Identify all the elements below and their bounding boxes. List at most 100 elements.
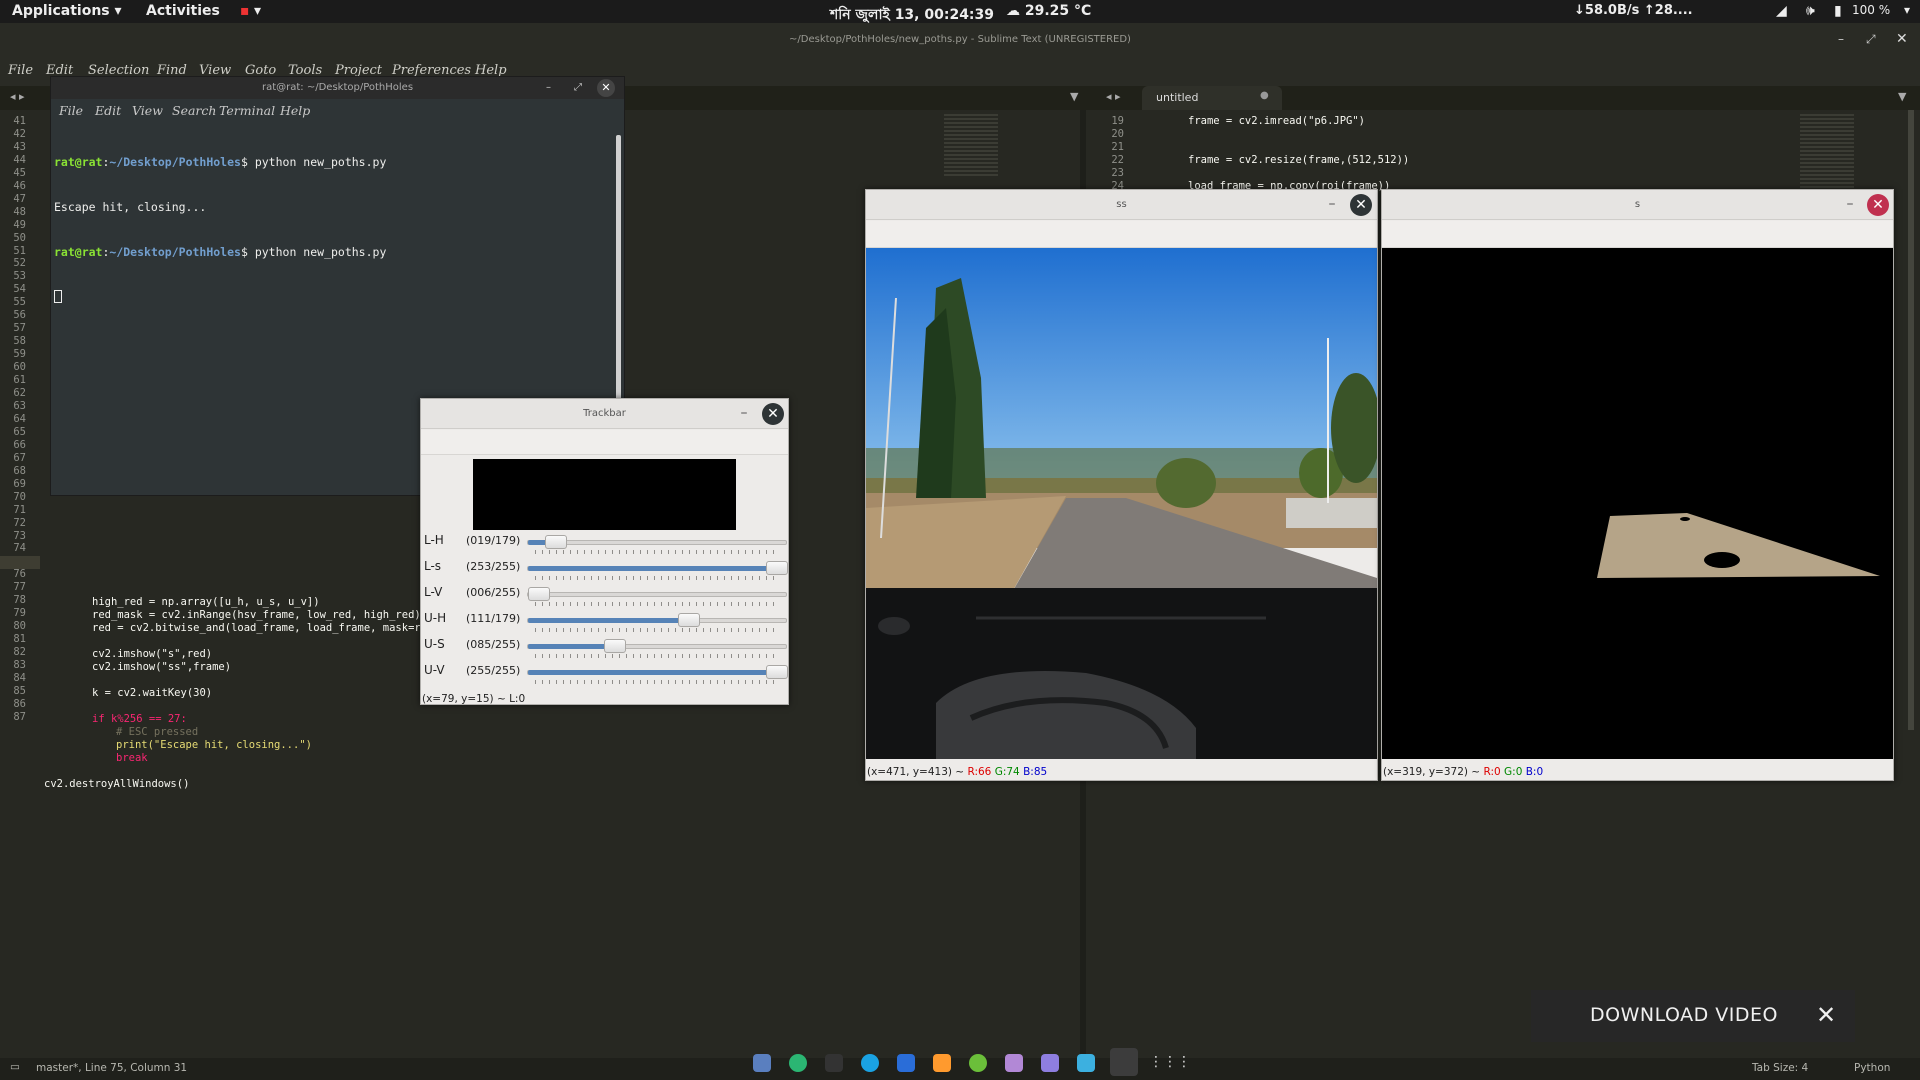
minimize-icon[interactable]: –: [737, 403, 751, 423]
code-line-70: high_red = np.array([u_h, u_s, u_v]): [92, 596, 320, 608]
vscode-icon[interactable]: [897, 1054, 915, 1072]
close-icon[interactable]: ✕: [1867, 194, 1889, 216]
sublime-icon[interactable]: [933, 1054, 951, 1072]
show-apps-grid-icon[interactable]: ⋮⋮⋮: [1149, 1054, 1191, 1072]
term-menu-help[interactable]: Help: [280, 103, 310, 118]
line-number: 51: [13, 244, 26, 257]
app-grid-purple-icon[interactable]: [1005, 1054, 1023, 1072]
close-icon[interactable]: ✕: [597, 79, 615, 97]
slider-track[interactable]: [527, 535, 787, 549]
mask-image[interactable]: [1382, 248, 1893, 759]
app-indicator-icon[interactable]: ▪ ▾: [240, 3, 261, 19]
slider-track[interactable]: [527, 665, 788, 679]
line-number: 22: [1111, 153, 1124, 166]
unsaved-dot-icon[interactable]: ●: [1260, 90, 1269, 101]
line-number: 77: [13, 581, 26, 594]
line-number: 86: [13, 697, 26, 710]
network-app-icon[interactable]: [1077, 1054, 1095, 1072]
console-toggle-icon[interactable]: ▭: [10, 1061, 20, 1073]
slider-handle[interactable]: [528, 587, 550, 601]
syntax-selector[interactable]: Python: [1854, 1062, 1890, 1074]
tab-nav-arrows-right-icon[interactable]: ◂ ▸: [1106, 90, 1121, 103]
close-icon[interactable]: ✕: [1350, 194, 1372, 216]
applications-menu[interactable]: Applications ▾: [12, 3, 122, 19]
road-photo: [866, 248, 1377, 759]
menu-file[interactable]: File: [8, 63, 33, 78]
slider-ticks: [535, 602, 775, 606]
sublime-window-title: ~/Desktop/PothHoles/new_poths.py - Subli…: [789, 34, 1131, 45]
maximize-icon[interactable]: ⤢: [1866, 23, 1876, 56]
close-icon[interactable]: ✕: [1816, 1001, 1836, 1029]
slider-handle[interactable]: [603, 639, 626, 653]
line-number: 69: [13, 477, 26, 490]
line-number: 78: [13, 594, 26, 607]
slider-handle[interactable]: [544, 535, 567, 549]
line-number: 79: [13, 607, 26, 620]
trackbar-window[interactable]: Trackbar – ✕ L-H (019/179) L-s (253/255) L-V…: [420, 398, 789, 705]
code-line-84: cv2.destroyAllWindows(): [44, 778, 190, 790]
slider-handle[interactable]: [678, 613, 701, 627]
code-line-79: if k%256 == 27:: [92, 713, 187, 725]
weather-indicator[interactable]: ☁ 29.25 °C: [1006, 3, 1091, 19]
tab-size[interactable]: Tab Size: 4: [1752, 1062, 1808, 1074]
activities-button[interactable]: Activities: [146, 3, 220, 19]
tab-list-chevron-right-icon[interactable]: ▼: [1898, 90, 1906, 103]
term-menu-file[interactable]: File: [59, 103, 83, 118]
minimize-icon[interactable]: –: [1843, 194, 1857, 214]
line-number: 64: [13, 412, 26, 425]
notes-icon[interactable]: [1041, 1054, 1059, 1072]
network-speed[interactable]: ↓58.0B/s ↑28....: [1574, 3, 1693, 18]
right-minimap[interactable]: [1800, 114, 1854, 188]
download-video-overlay[interactable]: DOWNLOAD VIDEO ✕: [1531, 990, 1855, 1042]
tab-nav-arrows-icon[interactable]: ◂ ▸: [10, 90, 25, 103]
slider-value: (085/255): [466, 638, 521, 651]
line-number: 61: [13, 374, 26, 387]
s-status: (x=319, y=372) ~ R:0 G:0 B:0: [1383, 766, 1543, 778]
term-menu-terminal[interactable]: Terminal: [219, 103, 275, 118]
right-scrollbar[interactable]: [1908, 110, 1914, 730]
skype-icon[interactable]: [861, 1054, 879, 1072]
recorder-icon[interactable]: [1110, 1048, 1138, 1076]
files-icon[interactable]: [753, 1054, 771, 1072]
tab-untitled[interactable]: untitled ●: [1142, 86, 1282, 110]
term-menu-search[interactable]: Search: [172, 103, 216, 118]
minimize-icon[interactable]: –: [1838, 23, 1844, 56]
minimize-icon[interactable]: –: [1325, 194, 1339, 214]
download-video-label[interactable]: DOWNLOAD VIDEO: [1590, 1004, 1778, 1026]
s-b-value: B:0: [1525, 766, 1544, 778]
line-number: 54: [13, 283, 26, 296]
close-icon[interactable]: ✕: [1896, 23, 1908, 56]
s-window[interactable]: s – ✕ (x=319, y=372) ~ R:0 G:0 B:0: [1381, 189, 1894, 781]
tab-list-chevron-icon[interactable]: ▼: [1070, 90, 1078, 103]
ss-window[interactable]: ss – ✕ (x=471, y=413) ~ R:66 G:74 B:85: [865, 189, 1378, 781]
volume-icon[interactable]: 🕪: [1806, 3, 1815, 19]
chrome-icon[interactable]: [789, 1054, 807, 1072]
slider-fill: [528, 644, 615, 649]
term-menu-view[interactable]: View: [132, 103, 163, 118]
slider-handle[interactable]: [766, 561, 788, 575]
slider-track[interactable]: [527, 561, 788, 575]
line-gutter: 41 42 43 44 45 46 47 48 49 50 51 52 53 54 55 56 57 58 59 60…: [0, 115, 26, 724]
slider-track[interactable]: [527, 587, 787, 601]
terminal-output[interactable]: rat@rat:~/Desktop/PothHoles$ python new_…: [51, 121, 624, 337]
road-image[interactable]: [866, 248, 1377, 759]
term-menu-edit[interactable]: Edit: [95, 103, 121, 118]
terminal-command: python new_poths.py: [254, 155, 387, 169]
applications-label: Applications: [12, 3, 110, 19]
slider-track[interactable]: [527, 639, 787, 653]
prompt-path: ~/Desktop/PothHoles: [109, 245, 241, 259]
line-number: 80: [13, 620, 26, 633]
android-icon[interactable]: [969, 1054, 987, 1072]
slider-handle[interactable]: [766, 665, 788, 679]
slider-track[interactable]: [527, 613, 787, 627]
maximize-icon[interactable]: ⤢: [574, 77, 582, 99]
terminal-icon[interactable]: [825, 1054, 843, 1072]
minimize-icon[interactable]: –: [546, 77, 551, 99]
system-menu-chevron-icon[interactable]: ▾: [1904, 3, 1910, 17]
minimap[interactable]: [944, 114, 998, 176]
line-number: 59: [13, 348, 26, 361]
close-icon[interactable]: ✕: [762, 403, 784, 425]
terminal-cursor: [54, 290, 624, 307]
battery-icon[interactable]: ▮: [1834, 3, 1842, 19]
wifi-icon[interactable]: ◢: [1776, 3, 1787, 19]
